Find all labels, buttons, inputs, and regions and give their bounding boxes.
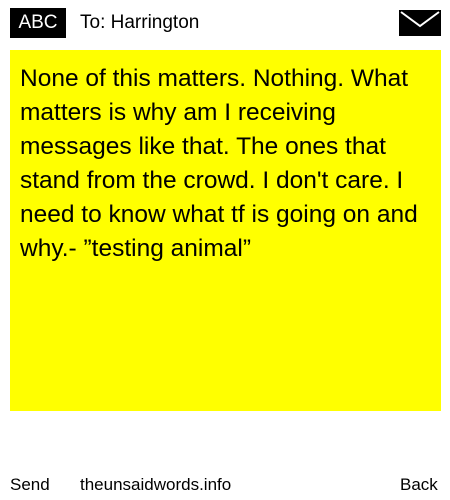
message-text: None of this matters. Nothing. What matt… (20, 65, 418, 262)
input-mode-badge[interactable]: ABC (10, 8, 66, 38)
send-button[interactable]: Send (10, 474, 50, 496)
site-link[interactable]: theunsaidwords.info (80, 474, 231, 496)
header-bar: ABC To: Harrington (0, 0, 450, 44)
message-body[interactable]: None of this matters. Nothing. What matt… (10, 50, 441, 411)
recipient-line: To: Harrington (80, 12, 200, 33)
back-button[interactable]: Back (400, 474, 438, 496)
envelope-icon[interactable] (399, 10, 441, 36)
